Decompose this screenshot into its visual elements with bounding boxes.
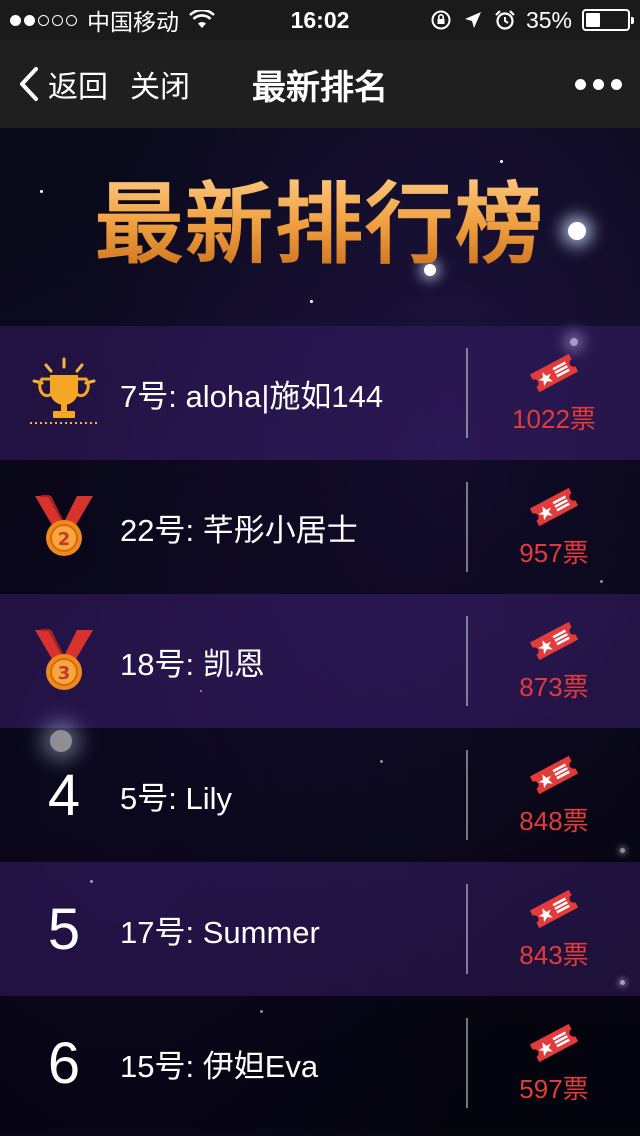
vote-count: 957票 (519, 537, 589, 568)
carrier-label: 中国移动 (87, 9, 179, 35)
silver-medal-icon: 2 (35, 495, 93, 556)
page-title: 最新排名 (252, 68, 388, 107)
ticket-icon (529, 621, 579, 660)
contestant-name: 5号: Lily (120, 780, 232, 816)
contestant-name: 15号: 伊妲Eva (120, 1048, 319, 1084)
vote-button[interactable]: 873票 (468, 594, 640, 728)
vote-count: 848票 (519, 805, 589, 836)
close-button[interactable]: 关闭 (130, 62, 190, 106)
location-arrow-icon (464, 12, 481, 28)
ticket-icon (529, 353, 579, 392)
leaderboard-banner: 最新排行榜 (0, 128, 640, 326)
signal-strength-icon (10, 14, 77, 26)
more-dot (575, 78, 586, 90)
vote-button[interactable]: 848票 (468, 728, 640, 862)
rank-number: 5 (47, 896, 81, 962)
battery-percent: 35% (525, 6, 572, 33)
ranking-row[interactable]: 2 22号: 芊彤小居士 957票 (0, 460, 640, 594)
more-dot (593, 78, 604, 90)
vote-count: 1022票 (512, 403, 596, 434)
trophy-icon (30, 357, 98, 424)
rotation-lock-icon (431, 10, 451, 30)
ranking-row[interactable]: 3 18号: 凯恩 873票 (0, 594, 640, 728)
svg-text:2: 2 (58, 529, 71, 550)
ranking-row[interactable]: 7号: aloha|施如144 1022票 (0, 326, 640, 460)
vote-button[interactable]: 597票 (468, 996, 640, 1130)
vote-count: 873票 (519, 671, 589, 702)
contestant-name: 7号: aloha|施如144 (120, 378, 384, 414)
contestant-name: 18号: 凯恩 (120, 646, 265, 682)
back-button[interactable]: 返回 (18, 62, 108, 106)
rank-number: 4 (47, 762, 81, 828)
vote-button[interactable]: 843票 (468, 862, 640, 996)
ranking-row[interactable]: 6 15号: 伊妲Eva 597票 (0, 996, 640, 1130)
vote-count: 843票 (519, 939, 589, 970)
vote-button[interactable]: 957票 (468, 460, 640, 594)
wifi-icon (189, 10, 215, 28)
battery-level-fill (586, 13, 600, 27)
bronze-medal-icon: 3 (35, 629, 93, 690)
ticket-icon (529, 1023, 579, 1062)
navigation-bar: 返回 关闭 最新排名 (0, 40, 640, 128)
back-label: 返回 (48, 71, 108, 104)
ranking-list: 7号: aloha|施如144 1022票 2 22号: 芊彤小居士 957票 … (0, 326, 640, 1130)
battery-icon (582, 9, 634, 31)
rank-badge: 6 (20, 996, 108, 1130)
ticket-icon (529, 487, 579, 526)
vote-count: 597票 (519, 1073, 589, 1104)
rank-badge (20, 326, 108, 460)
chevron-left-icon (20, 67, 38, 101)
more-options-button[interactable] (575, 71, 622, 98)
alarm-clock-icon (495, 10, 515, 30)
vote-button[interactable]: 1022票 (468, 326, 640, 460)
banner-title: 最新排行榜 (95, 154, 545, 281)
status-bar: 中国移动 16:02 35% (0, 0, 640, 40)
rank-badge: 3 (20, 594, 108, 728)
contestant-name: 17号: Summer (120, 914, 320, 950)
ranking-row[interactable]: 4 5号: Lily 848票 (0, 728, 640, 862)
rank-badge: 5 (20, 862, 108, 996)
ranking-row[interactable]: 5 17号: Summer 843票 (0, 862, 640, 996)
more-dot (611, 78, 622, 90)
ticket-icon (529, 755, 579, 794)
contestant-name: 22号: 芊彤小居士 (120, 512, 358, 548)
rank-badge: 4 (20, 728, 108, 862)
svg-text:3: 3 (58, 663, 71, 684)
ticket-icon (529, 889, 579, 928)
rank-badge: 2 (20, 460, 108, 594)
rank-number: 6 (47, 1030, 81, 1096)
